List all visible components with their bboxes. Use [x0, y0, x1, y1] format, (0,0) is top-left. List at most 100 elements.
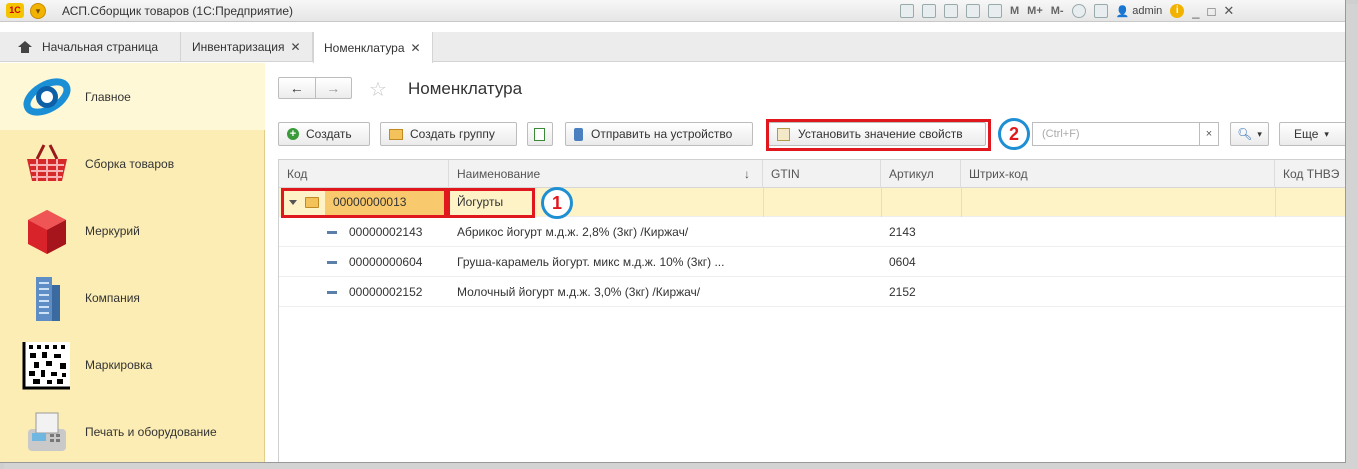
print-icon[interactable]: [922, 4, 936, 18]
cell-article: 2143: [889, 225, 916, 239]
search-icon: 🔍︎: [1237, 127, 1253, 141]
sidebar-item-print[interactable]: Печать и оборудование: [0, 398, 265, 462]
table-header: Код Наименование ↓ GTIN Артикул Штрих-ко…: [279, 160, 1345, 188]
column-header-tnved[interactable]: Код ТНВЭ: [1275, 160, 1345, 188]
device-icon: [574, 127, 583, 141]
cell-article: 2152: [889, 285, 916, 299]
tab-home[interactable]: Начальная страница: [0, 32, 181, 62]
app-logo-icon: 1С: [6, 3, 24, 18]
column-divider: [763, 188, 764, 217]
minimize-button[interactable]: _: [1192, 4, 1199, 19]
create-group-button[interactable]: Создать группу: [380, 122, 517, 146]
column-header-barcode[interactable]: Штрих-код: [961, 160, 1275, 188]
column-divider: [961, 188, 962, 217]
send-to-device-button[interactable]: Отправить на устройство: [565, 122, 753, 146]
plus-icon: +: [287, 128, 299, 140]
annotation-marker-1: 1: [541, 187, 573, 219]
sidebar-item-label: Компания: [85, 290, 140, 305]
cell-name: Абрикос йогурт м.д.ж. 2,8% (3кг) /Киржач…: [457, 225, 689, 239]
column-header-article[interactable]: Артикул: [881, 160, 961, 188]
annotation-marker-2: 2: [998, 118, 1030, 150]
close-tab-icon[interactable]: ✕: [411, 41, 421, 55]
column-header-gtin[interactable]: GTIN: [763, 160, 881, 188]
favorite-star-icon[interactable]: ☆: [369, 77, 387, 102]
memory-button[interactable]: M: [1010, 5, 1019, 17]
sidebar-item-mercury[interactable]: Меркурий: [0, 197, 265, 264]
sidebar-item-main[interactable]: Главное: [0, 63, 265, 130]
main-menu-button[interactable]: ▾: [30, 3, 46, 19]
basket-icon: [27, 143, 67, 181]
column-divider: [1275, 188, 1276, 217]
create-label: Создать: [306, 127, 352, 141]
column-header-name[interactable]: Наименование ↓: [449, 160, 763, 188]
cell-code: 00000000604: [349, 255, 423, 269]
table-row[interactable]: 00000000604 Груша-карамель йогурт. микс …: [279, 248, 1345, 277]
tab-inventory[interactable]: Инвентаризация ✕: [182, 32, 313, 62]
app-window: 1С ▾ АСП.Сборщик товаров (1С:Предприятие…: [0, 0, 1346, 463]
column-divider: [881, 188, 882, 217]
main-content: ← → ☆ Номенклатура + Создать Создать гру…: [266, 63, 1345, 462]
chevron-down-icon: ▾: [1324, 128, 1329, 139]
user-icon: 👤: [1115, 5, 1130, 18]
info-icon[interactable]: i: [1170, 4, 1185, 18]
tab-label: Инвентаризация: [192, 40, 285, 54]
chevron-down-icon: ▾: [1257, 128, 1262, 139]
page-title: Номенклатура: [408, 79, 523, 98]
building-icon: [36, 276, 60, 321]
back-button[interactable]: ←: [279, 78, 316, 98]
title-toolbar: M M+ M- 👤 admin i _ □ ✕: [900, 3, 1234, 19]
sidebar-item-label: Маркировка: [85, 357, 153, 372]
sidebar-item-label: Меркурий: [85, 223, 140, 238]
highlight-box-1b: [447, 188, 535, 218]
sidebar-item-label: Главное: [85, 89, 131, 104]
sidebar-item-assembly[interactable]: Сборка товаров: [0, 130, 265, 197]
sidebar-item-label: Печать и оборудование: [85, 424, 217, 439]
highlight-box-2: [766, 119, 991, 151]
item-icon: [327, 291, 337, 294]
tab-label: Номенклатура: [324, 40, 405, 55]
column-header-code[interactable]: Код: [279, 160, 449, 188]
zoom-icon[interactable]: [1071, 4, 1086, 18]
close-window-button[interactable]: ✕: [1223, 3, 1234, 19]
memory-minus-button[interactable]: M-: [1051, 5, 1064, 17]
cell-code: 00000002152: [349, 285, 423, 299]
sidebar-item-label: Сборка товаров: [85, 156, 175, 171]
more-button[interactable]: Еще ▾: [1279, 122, 1345, 146]
forward-button[interactable]: →: [316, 78, 352, 98]
send-to-device-label: Отправить на устройство: [591, 127, 733, 141]
table-row[interactable]: 00000002152 Молочный йогурт м.д.ж. 3,0% …: [279, 278, 1345, 307]
home-icon: [18, 41, 32, 53]
cell-code: 00000002143: [349, 225, 423, 239]
red-cube-icon: [28, 209, 66, 254]
layout-icon[interactable]: [1093, 4, 1108, 18]
memory-plus-button[interactable]: M+: [1027, 5, 1043, 17]
preview-icon[interactable]: [944, 4, 958, 18]
save-icon[interactable]: [900, 4, 914, 18]
user-name: admin: [1132, 5, 1163, 17]
maximize-button[interactable]: □: [1208, 4, 1216, 19]
cell-article: 0604: [889, 255, 916, 269]
close-tab-icon[interactable]: ✕: [290, 40, 300, 54]
main-globe-icon: [23, 77, 71, 116]
tab-nomenclature[interactable]: Номенклатура ✕: [313, 32, 433, 63]
tab-label: Начальная страница: [42, 40, 159, 54]
search-placeholder: (Ctrl+F): [1042, 128, 1080, 140]
table-row[interactable]: 00000002143 Абрикос йогурт м.д.ж. 2,8% (…: [279, 218, 1345, 247]
create-group-label: Создать группу: [410, 127, 495, 141]
user-menu[interactable]: 👤 admin: [1116, 5, 1163, 18]
calendar-icon[interactable]: [988, 4, 1002, 18]
nomenclature-table: Код Наименование ↓ GTIN Артикул Штрих-ко…: [278, 159, 1345, 462]
calculator-icon[interactable]: [966, 4, 980, 18]
more-label: Еще: [1294, 127, 1319, 141]
folder-plus-icon: [389, 128, 403, 140]
sort-desc-icon: ↓: [744, 167, 750, 181]
search-button[interactable]: 🔍︎ ▾: [1230, 122, 1269, 146]
clear-search-button[interactable]: ×: [1199, 123, 1218, 145]
create-button[interactable]: + Создать: [278, 122, 370, 146]
sidebar-item-company[interactable]: Компания: [0, 264, 265, 331]
item-icon: [327, 261, 337, 264]
sidebar-item-marking[interactable]: Маркировка: [0, 331, 265, 398]
copy-document-icon: [534, 127, 545, 141]
title-bar: 1С ▾ АСП.Сборщик товаров (1С:Предприятие…: [0, 0, 1345, 22]
copy-button[interactable]: [527, 122, 553, 146]
